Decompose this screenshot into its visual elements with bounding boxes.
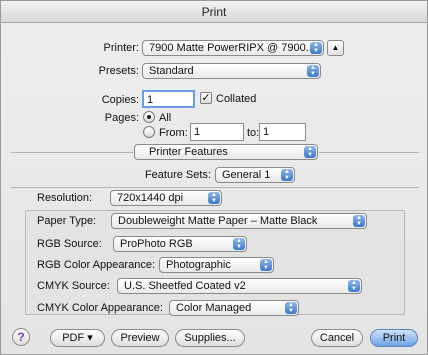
printer-label: Printer:	[103, 42, 139, 54]
pages-from-label: From:	[159, 127, 188, 139]
rgb-color-appearance-value: Photographic	[166, 259, 231, 271]
popup-arrows-icon: ▲ ▼	[208, 192, 220, 204]
paper-type-label: Paper Type:	[37, 215, 97, 227]
section-popup[interactable]: Printer Features ▲ ▼	[134, 144, 318, 160]
pages-to-input[interactable]: 1	[259, 123, 306, 141]
presets-value: Standard	[149, 65, 194, 77]
help-button[interactable]: ?	[12, 328, 30, 346]
pages-label: Pages:	[104, 112, 139, 124]
rgb-source-popup[interactable]: ProPhoto RGB ▲ ▼	[113, 236, 247, 252]
rgb-source-value: ProPhoto RGB	[120, 238, 193, 250]
cmyk-source-popup[interactable]: U.S. Sheetfed Coated v2 ▲ ▼	[117, 278, 362, 294]
pages-all-label: All	[159, 112, 172, 124]
cmyk-source-label: CMYK Source:	[37, 280, 110, 292]
separator-left	[11, 152, 133, 153]
paper-type-popup[interactable]: Doubleweight Matte Paper – Matte Black ▲…	[111, 213, 367, 229]
paper-type-value: Doubleweight Matte Paper – Matte Black	[118, 215, 318, 227]
preview-button[interactable]: Preview	[111, 329, 169, 347]
copies-label: Copies:	[101, 94, 139, 106]
pages-to-label: to:	[247, 127, 260, 139]
feature-sets-label: Feature Sets:	[144, 169, 211, 181]
popup-arrows-icon: ▲ ▼	[304, 146, 316, 158]
printer-popup[interactable]: 7900 Matte PowerRIPX @ 7900... ▲ ▼	[142, 40, 324, 56]
pages-from-radio[interactable]	[143, 126, 155, 138]
supplies-button[interactable]: Supplies...	[175, 329, 245, 347]
print-button[interactable]: Print	[370, 329, 418, 347]
pages-all-radio[interactable]	[143, 111, 155, 123]
popup-arrows-icon: ▲ ▼	[353, 215, 365, 227]
popup-arrows-icon: ▲ ▼	[233, 238, 245, 250]
presets-label: Presets:	[98, 65, 139, 77]
presets-popup[interactable]: Standard ▲ ▼	[142, 63, 321, 79]
resolution-value: 720x1440 dpi	[117, 192, 184, 204]
popup-arrows-icon: ▲ ▼	[310, 42, 322, 54]
cmyk-source-value: U.S. Sheetfed Coated v2	[124, 280, 246, 292]
popup-arrows-icon: ▲ ▼	[348, 280, 360, 292]
popup-arrows-icon: ▲ ▼	[260, 259, 272, 271]
resolution-label: Resolution:	[37, 192, 93, 204]
popup-arrows-icon: ▲ ▼	[307, 65, 319, 77]
cmyk-color-appearance-popup[interactable]: Color Managed ▲ ▼	[169, 300, 299, 316]
feature-sets-value: General 1	[222, 169, 271, 181]
popup-arrows-icon: ▲ ▼	[281, 169, 293, 181]
cmyk-color-appearance-value: Color Managed	[176, 302, 252, 314]
window-title: Print	[1, 1, 427, 23]
printer-value: 7900 Matte PowerRIPX @ 7900...	[149, 42, 315, 54]
collated-label: Collated	[216, 93, 257, 105]
print-dialog: Print Printer: 7900 Matte PowerRIPX @ 79…	[0, 0, 428, 355]
help-icon: ?	[17, 330, 25, 344]
pages-from-input[interactable]: 1	[190, 123, 244, 141]
copies-input[interactable]: 1	[142, 90, 195, 108]
cancel-button[interactable]: Cancel	[311, 329, 363, 347]
separator-features	[11, 187, 419, 188]
rgb-source-label: RGB Source:	[37, 238, 102, 250]
pdf-button[interactable]: PDF ▾	[50, 329, 105, 347]
rgb-color-appearance-popup[interactable]: Photographic ▲ ▼	[159, 257, 274, 273]
separator-right	[319, 152, 419, 153]
collated-checkbox[interactable]: ✓	[200, 92, 212, 104]
expand-dialog-button[interactable]: ▲	[327, 40, 344, 56]
cmyk-color-appearance-label: CMYK Color Appearance:	[37, 302, 163, 314]
section-value: Printer Features	[149, 146, 228, 158]
disclosure-triangle-icon: ▲	[331, 43, 340, 52]
resolution-popup[interactable]: 720x1440 dpi ▲ ▼	[110, 190, 222, 206]
popup-arrows-icon: ▲ ▼	[285, 302, 297, 314]
rgb-color-appearance-label: RGB Color Appearance:	[37, 259, 156, 271]
feature-sets-popup[interactable]: General 1 ▲ ▼	[215, 167, 295, 183]
